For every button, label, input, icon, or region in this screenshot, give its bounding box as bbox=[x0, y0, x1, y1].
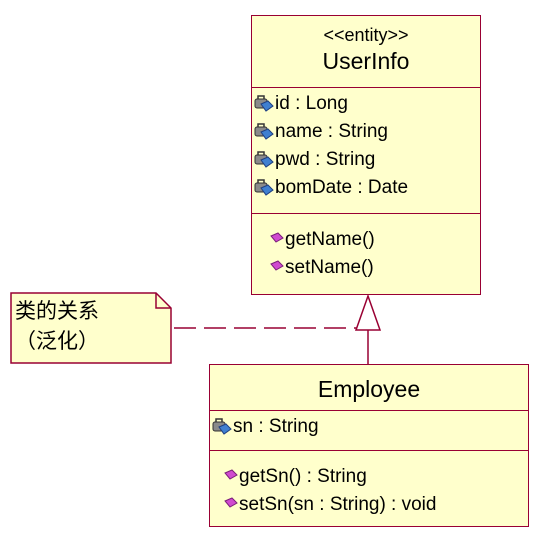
note-text: 类的关系 （泛化） bbox=[15, 296, 99, 356]
attribute-compartment: id : Long name : String pwd : String bom… bbox=[252, 88, 480, 214]
operation-icon bbox=[224, 466, 238, 488]
operation-icon bbox=[270, 229, 284, 251]
note[interactable]: 类的关系 （泛化） bbox=[10, 292, 172, 364]
class-header: <<entity>> UserInfo bbox=[252, 16, 480, 88]
class-employee[interactable]: Employee sn : String getSn() : String se… bbox=[209, 364, 529, 527]
operation-icon bbox=[224, 494, 238, 516]
class-userinfo[interactable]: <<entity>> UserInfo id : Long name : Str… bbox=[251, 15, 481, 295]
class-name: Employee bbox=[317, 376, 421, 402]
operation-row[interactable]: setSn(sn : String) : void bbox=[224, 491, 528, 519]
operation-text: getName() bbox=[285, 229, 375, 250]
operation-row[interactable]: setName() bbox=[270, 254, 480, 282]
operation-compartment: getSn() : String setSn(sn : String) : vo… bbox=[210, 451, 528, 519]
class-name: UserInfo bbox=[322, 48, 410, 74]
class-header: Employee bbox=[210, 365, 528, 411]
attribute-icon bbox=[252, 177, 274, 199]
note-line: （泛化） bbox=[15, 329, 99, 353]
attribute-row[interactable]: sn : String bbox=[210, 413, 528, 441]
attribute-icon bbox=[210, 416, 232, 438]
operation-row[interactable]: getName() bbox=[270, 226, 480, 254]
attribute-text: sn : String bbox=[233, 416, 319, 437]
class-stereotype: <<entity>> bbox=[323, 25, 409, 45]
note-line: 类的关系 bbox=[15, 299, 99, 323]
operation-text: getSn() : String bbox=[239, 466, 367, 487]
attribute-icon bbox=[252, 149, 274, 171]
generalization-arrowhead bbox=[354, 293, 382, 331]
attribute-icon bbox=[252, 121, 274, 143]
operation-compartment: getName() setName() bbox=[252, 214, 480, 282]
attribute-compartment: sn : String bbox=[210, 411, 528, 451]
attribute-row[interactable]: bomDate : Date bbox=[252, 174, 480, 202]
attribute-icon bbox=[252, 93, 274, 115]
attribute-row[interactable]: id : Long bbox=[252, 90, 480, 118]
operation-text: setName() bbox=[285, 257, 374, 278]
attribute-row[interactable]: pwd : String bbox=[252, 146, 480, 174]
attribute-text: name : String bbox=[275, 121, 388, 142]
attribute-text: bomDate : Date bbox=[275, 177, 409, 198]
operation-icon bbox=[270, 257, 284, 279]
operation-text: setSn(sn : String) : void bbox=[239, 494, 437, 515]
attribute-text: id : Long bbox=[275, 93, 348, 114]
attribute-row[interactable]: name : String bbox=[252, 118, 480, 146]
attribute-text: pwd : String bbox=[275, 149, 376, 170]
operation-row[interactable]: getSn() : String bbox=[224, 463, 528, 491]
